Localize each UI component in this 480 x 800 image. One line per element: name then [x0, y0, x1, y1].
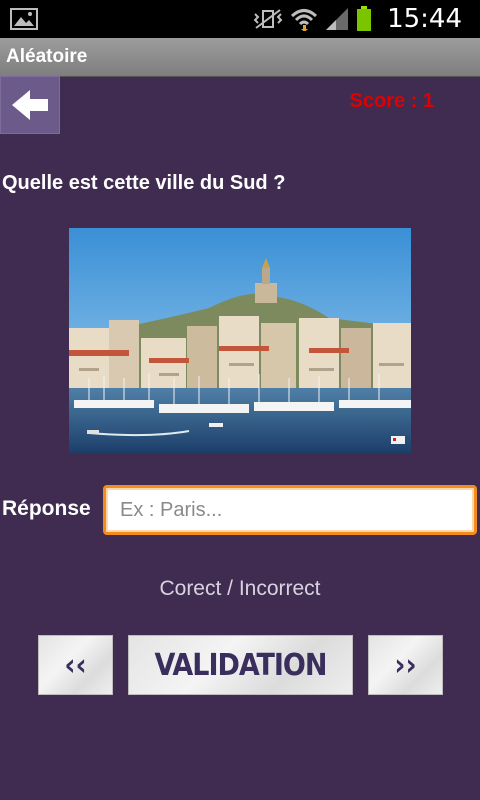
answer-input[interactable]: [103, 485, 477, 535]
status-bar: 15:44: [0, 0, 480, 38]
question-text: Quelle est cette ville du Sud ?: [2, 172, 286, 194]
signal-icon: [326, 8, 348, 30]
status-time: 15:44: [387, 4, 462, 34]
validation-button[interactable]: VALIDATION: [128, 635, 353, 695]
app-title: Aléatoire: [6, 46, 88, 67]
previous-button[interactable]: ‹‹: [38, 635, 113, 695]
answer-label: Réponse: [2, 497, 91, 520]
title-bar: Aléatoire: [0, 38, 480, 77]
gallery-notification-icon: [10, 8, 38, 30]
back-button[interactable]: [0, 76, 60, 134]
vibrate-mute-icon: [253, 9, 283, 29]
score-label: Score : 1: [349, 90, 434, 112]
feedback-text: Corect / Incorrect: [159, 577, 321, 600]
wifi-icon: [290, 9, 318, 31]
next-button[interactable]: ››: [368, 635, 443, 695]
city-photo: [69, 228, 411, 453]
battery-icon: [357, 6, 371, 31]
arrow-left-icon: [12, 90, 48, 120]
